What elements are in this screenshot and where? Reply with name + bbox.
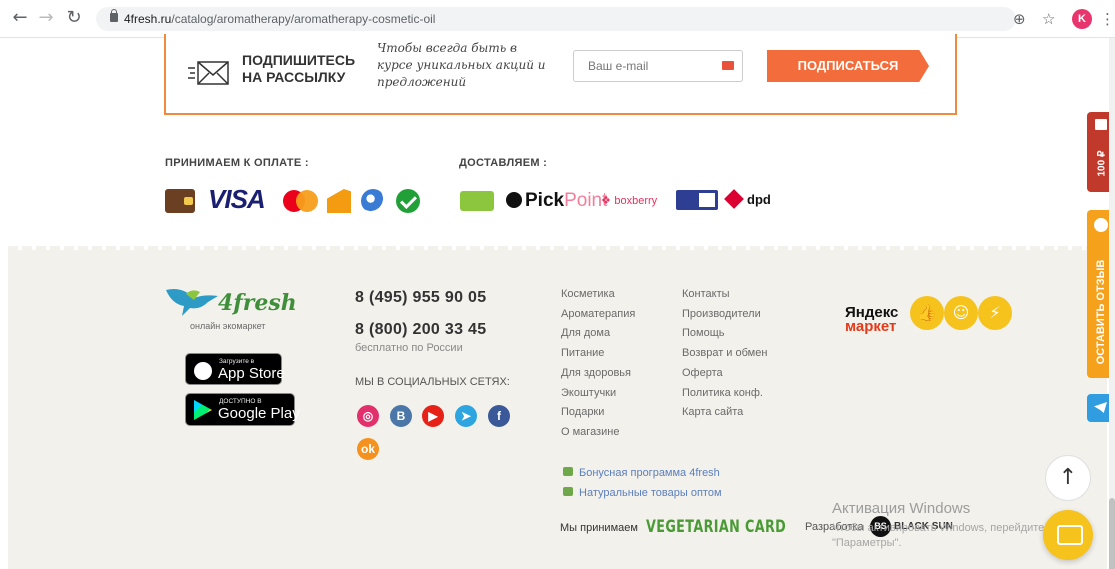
- review-label: ОСТАВИТЬ ОТЗЫВ: [1095, 259, 1107, 365]
- smile-icon[interactable]: ☺: [944, 296, 978, 330]
- footer-link[interactable]: Политика конф.: [682, 384, 767, 404]
- russian-post-icon: [676, 190, 718, 210]
- chat-icon[interactable]: [1043, 510, 1093, 560]
- delivery-title: ДОСТАВЛЯЕМ :: [459, 157, 548, 169]
- phone-moscow[interactable]: 8 (495) 955 90 05: [355, 289, 486, 307]
- sberbank-icon: [396, 189, 420, 213]
- footer-link[interactable]: Контакты: [682, 285, 767, 305]
- vegetarian-label: Мы принимаем: [560, 522, 638, 534]
- footer-links-info: Контакты Производители Помощь Возврат и обм…: [682, 285, 767, 423]
- footer-link[interactable]: Подарки: [561, 403, 635, 423]
- envelope-icon: [722, 61, 734, 70]
- logo-subtitle: онлайн экомаркет: [190, 321, 266, 331]
- thumbs-up-icon[interactable]: 👍: [910, 296, 944, 330]
- bonus-program-link[interactable]: Бонусная программа 4fresh: [563, 467, 720, 479]
- footer-link[interactable]: Карта сайта: [682, 403, 767, 423]
- social-title: МЫ В СОЦИАЛЬНЫХ СЕТЯХ:: [355, 376, 510, 388]
- phone-free[interactable]: 8 (800) 200 33 45: [355, 321, 486, 339]
- reload-icon[interactable]: ↻: [64, 8, 84, 28]
- lightning-icon[interactable]: ⚡: [978, 296, 1012, 330]
- yandex-money-icon: [327, 189, 351, 213]
- apple-icon: [194, 362, 212, 380]
- instagram-icon[interactable]: ◎: [357, 405, 379, 427]
- appstore-small-label: Загрузите в: [219, 358, 255, 365]
- browser-toolbar: ← → ↻ 4fresh.ru/catalog/aromatherapy/aro…: [0, 0, 1115, 38]
- facebook-icon[interactable]: f: [488, 405, 510, 427]
- footer-link[interactable]: Помощь: [682, 324, 767, 344]
- subscribe-title: ПОДПИШИТЕСЬ НА РАССЫЛКУ: [242, 52, 356, 85]
- footer-edge: [8, 246, 1107, 250]
- star-icon[interactable]: ☆: [1042, 10, 1055, 28]
- youtube-icon[interactable]: ▶: [422, 405, 444, 427]
- phone-note: бесплатно по России: [355, 342, 463, 354]
- gift-label: 100 ₽: [1096, 150, 1108, 177]
- footer-link[interactable]: Для здоровья: [561, 364, 635, 384]
- hummingbird-logo-icon[interactable]: [164, 284, 220, 318]
- gift-icon: [1095, 119, 1107, 130]
- footer-link[interactable]: Производители: [682, 305, 767, 325]
- dpd-logo: dpd: [724, 189, 771, 209]
- footer-link[interactable]: Для дома: [561, 324, 635, 344]
- pickpoint-logo: PickPoint: [506, 190, 607, 212]
- appstore-big-label: App Store: [218, 365, 285, 382]
- address-bar[interactable]: 4fresh.ru/catalog/aromatherapy/aromather…: [96, 7, 1016, 31]
- footer-link[interactable]: Экоштучки: [561, 384, 635, 404]
- odnoklassniki-icon[interactable]: ok: [357, 438, 379, 460]
- forward-icon[interactable]: →: [36, 8, 56, 28]
- url-text: 4fresh.ru/catalog/aromatherapy/aromather…: [124, 12, 436, 26]
- gift-icon: [563, 467, 573, 476]
- courier-truck-icon: [460, 191, 494, 211]
- windows-activation-title: Активация Windows: [832, 500, 971, 517]
- footer-link[interactable]: О магазине: [561, 423, 635, 443]
- scrollbar[interactable]: [1109, 38, 1115, 569]
- page: ← → ↻ 4fresh.ru/catalog/aromatherapy/aro…: [0, 0, 1115, 569]
- vk-icon[interactable]: B: [390, 405, 412, 427]
- menu-icon[interactable]: ⋮: [1100, 10, 1115, 28]
- boxberry-logo: boxberry: [601, 194, 657, 207]
- google-play-button[interactable]: ДОСТУПНО В Google Play: [185, 393, 300, 426]
- newsletter-icon: [188, 61, 229, 85]
- google-play-icon: [194, 400, 212, 420]
- footer-link[interactable]: Оферта: [682, 364, 767, 384]
- logo-text[interactable]: 4fresh: [218, 290, 297, 316]
- footer-link[interactable]: Возврат и обмен: [682, 344, 767, 364]
- wallet-icon: [165, 189, 195, 213]
- profile-avatar[interactable]: K: [1072, 9, 1092, 29]
- yandex-market-logo[interactable]: Яндекс маркет: [845, 305, 898, 334]
- telegram-icon[interactable]: ➤: [455, 405, 477, 427]
- vegetarian-card-logo[interactable]: VEGETARIAN CARD: [646, 517, 786, 537]
- email-field[interactable]: [573, 50, 743, 82]
- back-icon[interactable]: ←: [10, 8, 30, 28]
- footer-links-catalog: Косметика Ароматерапия Для дома Питание Для …: [561, 285, 635, 443]
- wholesale-link[interactable]: Натуральные товары оптом: [563, 487, 722, 499]
- googleplay-small-label: ДОСТУПНО В: [219, 398, 262, 405]
- subscribe-note: Чтобы всегда быть в курсе уникальных акц…: [377, 41, 546, 89]
- footer-link[interactable]: Косметика: [561, 285, 635, 305]
- chat-bubble-icon: [1094, 218, 1108, 232]
- footer-link[interactable]: Ароматерапия: [561, 305, 635, 325]
- truck-icon: [563, 487, 573, 496]
- googleplay-big-label: Google Play: [218, 405, 300, 422]
- lock-icon: [110, 9, 118, 22]
- webmoney-icon: [361, 189, 385, 213]
- scrollbar-thumb[interactable]: [1109, 498, 1115, 569]
- mastercard-icon-overlap: [296, 190, 318, 212]
- subscribe-button[interactable]: ПОДПИСАТЬСЯ: [767, 50, 929, 82]
- add-icon[interactable]: ⊕: [1013, 10, 1026, 28]
- payment-title: ПРИНИМАЕМ К ОПЛАТЕ :: [165, 157, 309, 169]
- scroll-top-button[interactable]: ↑: [1045, 455, 1091, 501]
- footer-link[interactable]: Питание: [561, 344, 635, 364]
- visa-logo: VISA: [208, 184, 266, 214]
- app-store-button[interactable]: Загрузите в App Store: [185, 353, 285, 385]
